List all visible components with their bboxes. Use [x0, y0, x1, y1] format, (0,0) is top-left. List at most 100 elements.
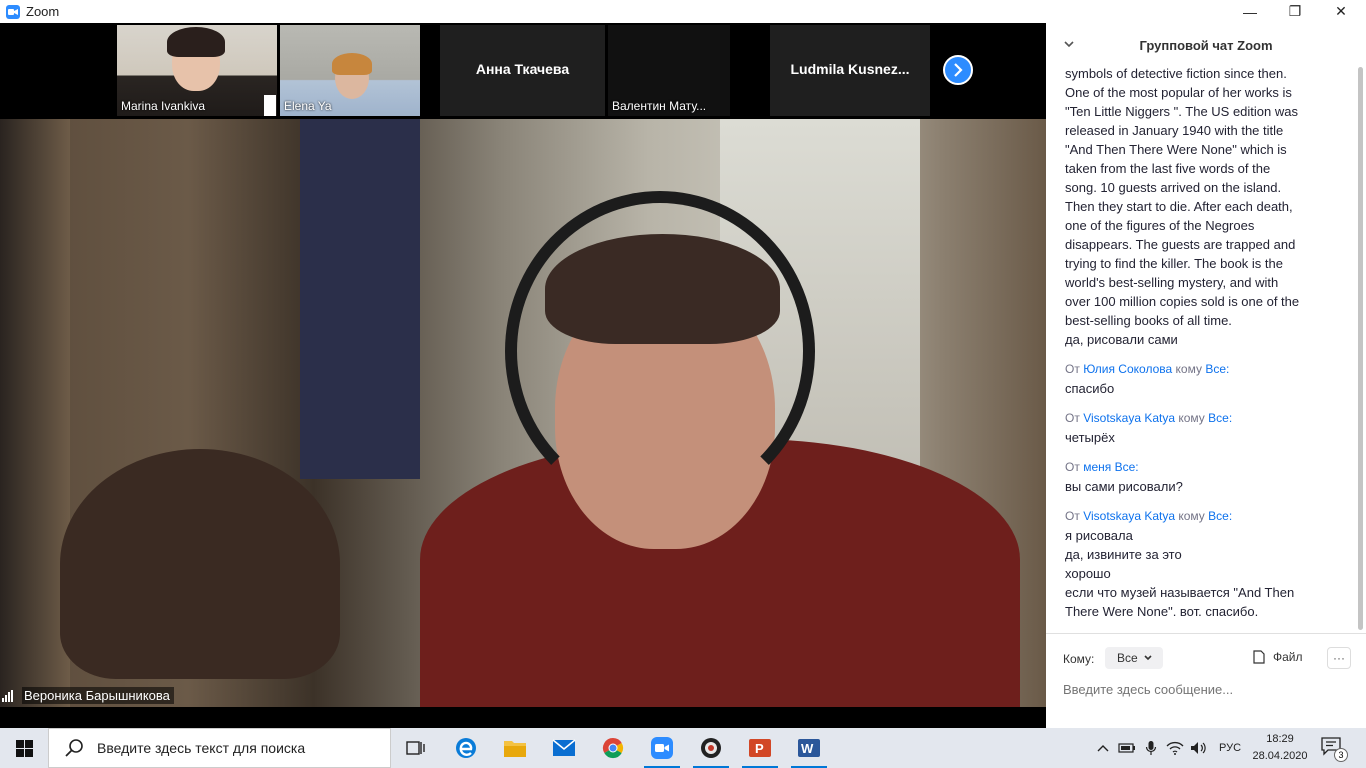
file-label: Файл [1273, 650, 1303, 664]
taskbar-search[interactable]: Введите здесь текст для поиска [48, 728, 391, 768]
participant-hair [167, 27, 225, 57]
chat-title: Групповой чат Zoom [1139, 37, 1273, 53]
task-view-icon [406, 741, 425, 755]
participant-strip: Marina Ivankiva Elena Ya Анна Ткачева Ва… [0, 23, 1046, 118]
message-recipient[interactable]: Все: [1205, 362, 1229, 376]
media-player-button[interactable] [687, 728, 735, 768]
to-label: кому [1175, 362, 1202, 376]
chat-text-line: "And Then There Were None" which is [1065, 142, 1287, 157]
chat-text-line: я рисовала [1065, 528, 1133, 543]
minimize-button[interactable]: — [1227, 0, 1273, 23]
chat-text-line: да, извините за это [1065, 547, 1182, 562]
action-center-button[interactable]: 3 [1320, 736, 1348, 762]
chat-text-line: вы сами рисовали? [1065, 479, 1183, 494]
chevron-down-icon[interactable] [1062, 37, 1076, 51]
bookshelf [300, 119, 420, 479]
participant-name: Ludmila Kusnez... [790, 61, 910, 77]
tray-microphone-button[interactable] [1140, 728, 1162, 768]
language-indicator[interactable]: РУС [1214, 728, 1246, 768]
word-button[interactable]: W [785, 728, 833, 768]
chat-text-line: trying to find the killer. The book is t… [1065, 256, 1283, 271]
participant-tile[interactable]: Валентин Мату... [608, 25, 730, 116]
chat-text-line: one of the figures of the Negroes [1065, 218, 1255, 233]
message-recipient[interactable]: Все: [1208, 411, 1232, 425]
message-recipient[interactable]: Все: [1115, 460, 1139, 474]
chat-text-line: There Were None". вот. спасибо. [1065, 604, 1259, 619]
zoom-icon [651, 737, 673, 759]
chair [60, 449, 340, 679]
zoom-app-icon [6, 4, 20, 19]
message-header: От Юлия Соколова кому Все: [1065, 360, 1335, 379]
chat-text-line: disappears. The guests are trapped and [1065, 237, 1296, 252]
maximize-button[interactable]: ❐ [1272, 0, 1318, 23]
signal-icon [2, 690, 13, 702]
to-label: кому [1178, 509, 1205, 523]
chrome-button[interactable] [589, 728, 637, 768]
chat-text-line: taken from the last five words of the [1065, 161, 1271, 176]
from-label: От [1065, 411, 1080, 425]
taskbar: Введите здесь текст для поиска P W РУС 1… [0, 728, 1366, 768]
participant-tile[interactable]: Ludmila Kusnez... [770, 25, 930, 116]
minimize-icon: — [1243, 3, 1257, 20]
active-speaker-label: Вероника Барышникова [2, 687, 174, 704]
window-title: Zoom [26, 4, 60, 19]
chat-text-line: если что музей называется "And Then [1065, 585, 1295, 600]
title-bar: Zoom [0, 0, 1366, 23]
message-sender[interactable]: Visotskaya Katya [1083, 411, 1175, 425]
chat-messages: symbols of detective fiction since then.… [1065, 64, 1335, 634]
more-options-button[interactable]: ··· [1327, 647, 1351, 669]
tray-battery-button[interactable] [1116, 728, 1138, 768]
from-label: От [1065, 509, 1080, 523]
chat-message-input[interactable] [1063, 678, 1343, 700]
chat-text-line: Then they start to die. After each death… [1065, 199, 1293, 214]
message-recipient[interactable]: Все: [1208, 509, 1232, 523]
to-label: Кому: [1063, 652, 1095, 666]
recipient-bar: Кому: Все Файл ··· [1063, 647, 1363, 671]
recipient-value: Все [1117, 651, 1138, 665]
participant-tile[interactable]: Marina Ivankiva [117, 25, 277, 116]
clock[interactable]: 18:29 28.04.2020 [1252, 731, 1308, 765]
edge-button[interactable] [442, 728, 490, 768]
chat-text-line: song. 10 guests arrived on the island. [1065, 180, 1282, 195]
chat-text-line: symbols of detective fiction since then. [1065, 66, 1287, 81]
file-explorer-button[interactable] [491, 728, 539, 768]
tray-volume-button[interactable] [1188, 728, 1210, 768]
message-sender[interactable]: Visotskaya Katya [1083, 509, 1175, 523]
edge-icon [456, 738, 476, 758]
participant-tile[interactable]: Elena Ya [280, 25, 420, 116]
file-button[interactable]: Файл [1253, 650, 1303, 664]
tray-overflow-button[interactable] [1092, 728, 1114, 768]
chat-panel: Групповой чат Zoom symbols of detective … [1046, 23, 1366, 728]
chat-scrollbar-thumb[interactable] [1358, 67, 1363, 630]
tray-network-button[interactable] [1164, 728, 1186, 768]
zoom-button[interactable] [638, 728, 686, 768]
chat-text-line: четырёх [1065, 430, 1115, 445]
close-button[interactable]: ✕ [1318, 0, 1364, 23]
task-view-button[interactable] [392, 728, 440, 768]
participant-tile[interactable]: Анна Ткачева [440, 25, 605, 116]
chat-text-line: over 100 million copies sold is one of t… [1065, 294, 1300, 309]
close-icon: ✕ [1335, 3, 1347, 19]
tile-divider [264, 95, 276, 116]
mail-button[interactable] [540, 728, 588, 768]
message-header: От Visotskaya Katya кому Все: [1065, 507, 1335, 526]
word-icon: W [798, 739, 820, 757]
message-header: От меня Все: [1065, 458, 1335, 477]
message-sender[interactable]: меня [1083, 460, 1111, 474]
chat-text-line: world's best-selling mystery, and with [1065, 275, 1279, 290]
chat-scrollbar[interactable] [1358, 67, 1364, 632]
from-label: От [1065, 362, 1080, 376]
language-label: РУС [1218, 742, 1242, 754]
next-page-button[interactable] [943, 55, 973, 85]
powerpoint-button[interactable]: P [736, 728, 784, 768]
chevron-down-icon [1144, 655, 1152, 661]
start-button[interactable] [0, 728, 48, 768]
from-label: От [1065, 460, 1080, 474]
message-sender[interactable]: Юлия Соколова [1083, 362, 1172, 376]
recipient-select[interactable]: Все [1105, 647, 1163, 669]
video-bottom-bar [0, 707, 1046, 728]
participant-name: Валентин Мату... [612, 99, 707, 113]
volume-icon [1191, 742, 1206, 754]
wifi-icon [1166, 741, 1184, 755]
clock-time: 18:29 [1266, 733, 1294, 745]
